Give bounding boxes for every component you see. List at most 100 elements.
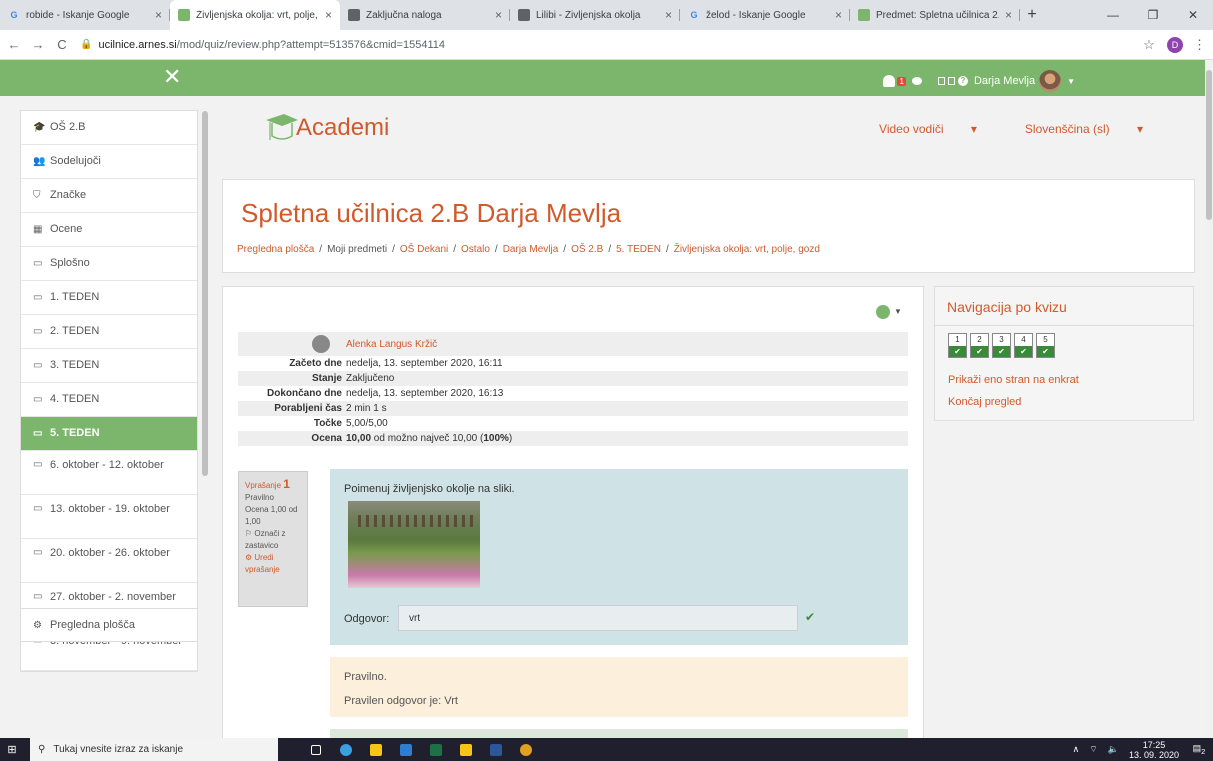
browser-tab[interactable]: Gželod - Iskanje Google × [680, 0, 850, 30]
sidebar-item[interactable]: ▭ 20. oktober - 26. oktober [21, 539, 197, 583]
finish-review-link[interactable]: Končaj pregled [948, 396, 1021, 408]
user-menu-name[interactable]: Darja Mevlja [974, 75, 1035, 87]
drawer-scrollbar[interactable] [201, 106, 209, 726]
sidebar-item[interactable]: ▦ Ocene [21, 213, 197, 247]
taskbar-app[interactable] [394, 738, 418, 761]
quiz-nav-number: 4 [1021, 335, 1026, 344]
quiz-nav-question-button[interactable]: 5 ✔ [1036, 333, 1055, 358]
quiz-nav-question-button[interactable]: 2 ✔ [970, 333, 989, 358]
messages-icon[interactable] [911, 77, 922, 85]
bookmark-star-icon[interactable]: ☆ [1139, 37, 1159, 53]
reload-icon[interactable]: C [52, 37, 72, 52]
student-row: Alenka Langus Kržič [238, 332, 908, 356]
answer-field[interactable]: vrt [398, 605, 798, 631]
drawer-scrollbar-thumb[interactable] [202, 111, 208, 476]
breadcrumb-item[interactable]: Življenjska okolja: vrt, polje, gozd [674, 244, 820, 255]
taskbar-app[interactable] [514, 738, 538, 761]
breadcrumb-item[interactable]: Darja Mevlja [503, 244, 559, 255]
taskbar-app[interactable] [364, 738, 388, 761]
restore-icon[interactable]: ❐ [1133, 0, 1173, 30]
clock-time: 17:25 [1142, 739, 1166, 750]
student-name-link[interactable]: Alenka Langus Kržič [346, 339, 437, 350]
sidebar-item[interactable]: 🎓 OŠ 2.B [21, 111, 197, 145]
taskbar-app[interactable] [424, 738, 448, 761]
new-tab-icon[interactable]: + [1020, 0, 1044, 30]
sidebar-item[interactable]: ▭ 1. TEDEN [21, 281, 197, 315]
sidebar-item[interactable]: ▭ 4. TEDEN [21, 383, 197, 417]
mobile-app-icon[interactable] [937, 77, 945, 85]
tab-close-icon[interactable]: × [325, 8, 332, 22]
page-icon[interactable] [947, 77, 955, 85]
taskbar-app[interactable] [304, 738, 328, 761]
taskbar-app[interactable] [454, 738, 478, 761]
browser-tab[interactable]: Zaključna naloga × [340, 0, 510, 30]
browser-menu-icon[interactable]: ⋮ [1193, 37, 1206, 53]
tab-close-icon[interactable]: × [665, 8, 672, 22]
volume-icon[interactable]: 🔈 [1108, 744, 1119, 755]
taskbar-app[interactable] [334, 738, 358, 761]
user-avatar[interactable] [1039, 70, 1062, 92]
sidebar-item-dashboard[interactable]: ⚙ Pregledna plošča [20, 608, 198, 642]
sidebar-item[interactable]: ▭ 3. TEDEN [21, 349, 197, 383]
tab-close-icon[interactable]: × [495, 8, 502, 22]
edit-question-link[interactable]: ⚙ Uredi vprašanje [245, 552, 301, 576]
question-garden-image [348, 501, 480, 588]
taskbar-search[interactable]: ⚲ Tukaj vnesite izraz za iskanje [30, 738, 278, 761]
notification-count-badge: 1 [897, 76, 906, 86]
close-drawer-icon[interactable]: ✕ [163, 66, 181, 88]
minimize-icon[interactable]: — [1093, 0, 1133, 30]
bell-icon[interactable] [883, 75, 896, 87]
breadcrumb-item[interactable]: Ostalo [461, 244, 490, 255]
address-bar[interactable]: 🔒 ucilnice.arnes.si/mod/quiz/review.php?… [80, 34, 1139, 56]
chevron-down-icon[interactable]: ▼ [894, 307, 902, 316]
browser-tab[interactable]: Grobide - Iskanje Google × [0, 0, 170, 30]
quiz-nav-question-button[interactable]: 3 ✔ [992, 333, 1011, 358]
folder-icon: ▭ [33, 591, 43, 602]
folder-icon: ▭ [33, 292, 43, 303]
tab-close-icon[interactable]: × [1005, 8, 1012, 22]
tab-close-icon[interactable]: × [155, 8, 162, 22]
taskbar-clock[interactable]: 17:25 13. 09. 2020 [1129, 740, 1179, 760]
network-icon[interactable]: ⌔ [1089, 744, 1097, 755]
quiz-nav-question-button[interactable]: 4 ✔ [1014, 333, 1033, 358]
browser-tab[interactable]: Predmet: Spletna učilnica 2.B Da × [850, 0, 1020, 30]
sidebar-item[interactable]: 👥 Sodelujoči [21, 145, 197, 179]
forward-arrow-icon[interactable]: → [28, 37, 48, 52]
windows-start-icon[interactable]: ⊞ [0, 738, 24, 761]
gear-icon[interactable] [876, 305, 890, 319]
site-logo-text[interactable]: Academi [296, 114, 389, 142]
show-one-page-link[interactable]: Prikaži eno stran na enkrat [948, 374, 1079, 386]
sidebar-item[interactable]: ▭ 5. TEDEN [21, 417, 197, 451]
flag-question[interactable]: ⚐ Označi z zastavico [245, 528, 301, 552]
taskbar-app[interactable] [484, 738, 508, 761]
breadcrumb-item[interactable]: OŠ 2.B [571, 244, 603, 255]
folder-icon: ▭ [33, 459, 43, 470]
quiz-nav-question-button[interactable]: 1 ✔ [948, 333, 967, 358]
sidebar-item[interactable]: ▭ 6. oktober - 12. oktober [21, 451, 197, 495]
profile-avatar[interactable]: D [1167, 36, 1183, 53]
browser-tab[interactable]: Življenjska okolja: vrt, polje, gozd × [170, 0, 340, 30]
chevron-down-icon[interactable]: ▼ [1067, 77, 1075, 86]
sidebar-item[interactable]: ▭ 13. oktober - 19. oktober [21, 495, 197, 539]
close-window-icon[interactable]: ✕ [1173, 0, 1213, 30]
breadcrumb: Pregledna plošča / Moji predmeti / OŠ Dekani… [237, 244, 820, 255]
sidebar-item[interactable]: ▭ Splošno [21, 247, 197, 281]
question-label: Vprašanje [245, 481, 282, 490]
sidebar-item[interactable]: ▭ 2. TEDEN [21, 315, 197, 349]
help-icon[interactable]: ? [957, 76, 968, 86]
breadcrumb-item[interactable]: OŠ Dekani [400, 244, 448, 255]
notifications-icon[interactable]: ▤2 [1191, 743, 1207, 756]
page-scrollbar-thumb[interactable] [1206, 70, 1212, 220]
video-guides-menu[interactable]: Video vodiči ▾ [855, 122, 977, 136]
breadcrumb-item[interactable]: 5. TEDEN [616, 244, 661, 255]
browser-tab[interactable]: Lilibi - Življenjska okolja × [510, 0, 680, 30]
tab-close-icon[interactable]: × [835, 8, 842, 22]
back-arrow-icon[interactable]: ← [4, 37, 24, 52]
breadcrumb-item[interactable]: Pregledna plošča [237, 244, 314, 255]
page-scrollbar[interactable] [1205, 60, 1213, 738]
summary-value: 2 min 1 s [346, 403, 387, 414]
language-menu[interactable]: Slovenščina (sl) ▾ [1001, 122, 1143, 136]
sidebar-item[interactable]: ⛉ Značke [21, 179, 197, 213]
tray-chevron-icon[interactable]: ∧ [1073, 744, 1080, 755]
folder-icon: ▭ [33, 428, 43, 439]
